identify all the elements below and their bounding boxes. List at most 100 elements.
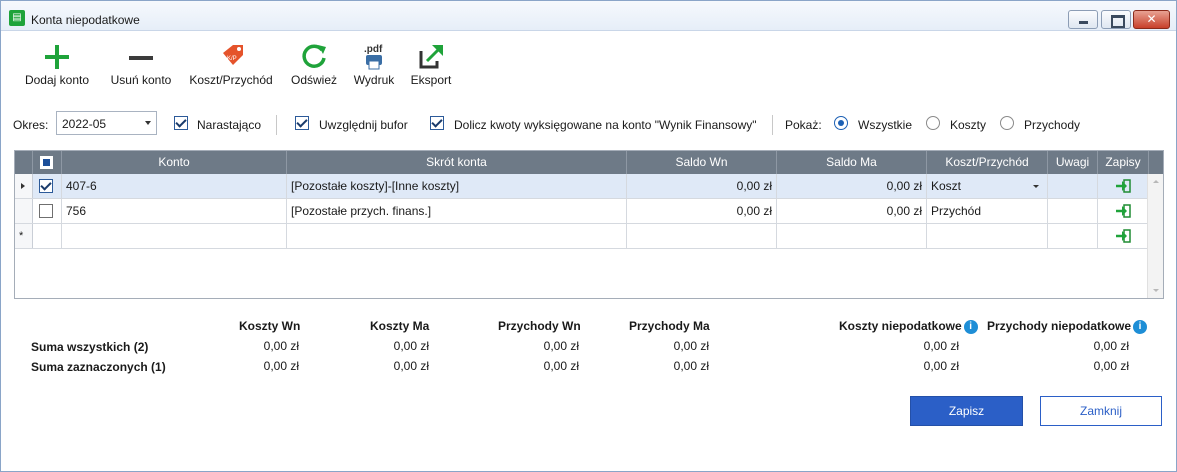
cell-saldo-ma[interactable]: 0,00 zł — [777, 174, 927, 198]
refresh-icon — [302, 44, 326, 68]
show-label: Pokaż: — [785, 118, 822, 132]
row-header[interactable]: * — [15, 224, 33, 248]
cell-konto[interactable]: 756 — [62, 199, 287, 223]
column-saldo-wn[interactable]: Saldo Wn — [627, 151, 777, 174]
row-select-cell — [33, 224, 62, 248]
sum-sel-przychody-niepod: 0,00 zł — [1093, 359, 1129, 373]
select-all-cell — [33, 151, 62, 174]
add-account-button[interactable]: Dodaj konto — [11, 41, 103, 91]
include-profit-label: Dolicz kwoty wyksięgowane na konto "Wyni… — [454, 118, 757, 132]
cell-typ[interactable] — [927, 224, 1048, 248]
cell-saldo-wn[interactable]: 0,00 zł — [627, 199, 777, 223]
current-row-icon — [21, 183, 25, 189]
cell-uwagi[interactable] — [1048, 199, 1098, 223]
close-button[interactable]: Zamknij — [1040, 396, 1162, 426]
ledger-icon: ▤ — [9, 10, 25, 26]
window-title: Konta niepodatkowe — [31, 13, 140, 27]
plus-icon — [45, 45, 69, 69]
include-profit-checkbox[interactable] — [430, 116, 444, 130]
cell-saldo-ma[interactable]: 0,00 zł — [777, 199, 927, 223]
new-row[interactable]: * — [15, 224, 1149, 249]
buffer-checkbox[interactable] — [295, 116, 309, 130]
sum-all-koszty-wn: 0,00 zł — [263, 339, 299, 353]
minimize-button[interactable] — [1068, 10, 1098, 29]
cell-skrot[interactable]: [Pozostałe przych. finans.] — [287, 199, 627, 223]
column-konto[interactable]: Konto — [62, 151, 287, 174]
column-skrot[interactable]: Skrót konta — [287, 151, 627, 174]
column-saldo-ma[interactable]: Saldo Ma — [777, 151, 927, 174]
show-income-radio[interactable] — [1000, 116, 1014, 130]
summary-header-koszty-niepod: Koszty niepodatkowe i — [839, 319, 978, 334]
summary-selected-label: Suma zaznaczonych (1) — [31, 360, 166, 374]
cell-uwagi[interactable] — [1048, 224, 1098, 248]
entries-icon[interactable] — [1115, 204, 1131, 218]
new-row-marker: * — [19, 230, 24, 242]
svg-text:.pdf: .pdf — [364, 44, 383, 55]
sum-all-przychody-wn: 0,00 zł — [543, 339, 579, 353]
close-window-button[interactable] — [1133, 10, 1170, 29]
column-zapisy[interactable]: Zapisy — [1098, 151, 1149, 174]
cell-skrot[interactable] — [287, 224, 627, 248]
column-koszt-przychod[interactable]: Koszt/Przychód — [927, 151, 1048, 174]
show-all-radio[interactable] — [834, 116, 848, 130]
grid-header: Konto Skrót konta Saldo Wn Saldo Ma Kosz… — [15, 151, 1163, 174]
entries-icon[interactable] — [1115, 179, 1131, 193]
sum-all-koszty-niepod: 0,00 zł — [923, 339, 959, 353]
select-all-checkbox[interactable] — [40, 156, 53, 169]
cell-uwagi[interactable] — [1048, 174, 1098, 198]
svg-text:K/P: K/P — [227, 56, 237, 62]
separator — [276, 115, 277, 135]
row-checkbox[interactable] — [39, 179, 53, 193]
cell-saldo-wn[interactable] — [627, 224, 777, 248]
dialog-window: ▤ Konta niepodatkowe Dodaj konto Usuń ko… — [0, 0, 1177, 472]
show-all-label: Wszystkie — [858, 118, 912, 132]
sum-sel-przychody-ma: 0,00 zł — [673, 359, 709, 373]
show-income-label: Przychody — [1024, 118, 1081, 132]
accounts-grid: Konto Skrót konta Saldo Wn Saldo Ma Kosz… — [14, 150, 1164, 299]
remove-account-button[interactable]: Usuń konto — [101, 41, 181, 91]
sum-all-przychody-ma: 0,00 zł — [673, 339, 709, 353]
cell-konto[interactable] — [62, 224, 287, 248]
scroll-down-icon[interactable] — [1153, 289, 1159, 292]
show-costs-radio[interactable] — [926, 116, 940, 130]
row-header[interactable] — [15, 199, 33, 223]
vertical-scrollbar[interactable] — [1147, 174, 1163, 298]
cell-typ: Koszt — [931, 179, 962, 193]
row-header[interactable] — [15, 174, 33, 198]
cell-typ-dropdown[interactable]: Koszt — [927, 174, 1048, 198]
refresh-button[interactable]: Odśwież — [289, 41, 339, 91]
maximize-button[interactable] — [1101, 10, 1131, 29]
info-icon[interactable]: i — [963, 319, 978, 334]
cell-zapisy[interactable] — [1098, 174, 1149, 198]
export-button[interactable]: Eksport — [407, 41, 455, 91]
cell-zapisy[interactable] — [1098, 224, 1149, 248]
scroll-up-icon[interactable] — [1153, 180, 1159, 183]
cell-zapisy[interactable] — [1098, 199, 1149, 223]
table-row[interactable]: 756 [Pozostałe przych. finans.] 0,00 zł … — [15, 199, 1149, 224]
table-row[interactable]: 407-6 [Pozostałe koszty]-[Inne koszty] 0… — [15, 174, 1149, 199]
title-bar[interactable]: ▤ Konta niepodatkowe — [1, 1, 1176, 31]
cell-saldo-wn[interactable]: 0,00 zł — [627, 174, 777, 198]
cumulative-label: Narastająco — [197, 118, 262, 132]
column-uwagi[interactable]: Uwagi — [1048, 151, 1098, 174]
sum-sel-koszty-niepod: 0,00 zł — [923, 359, 959, 373]
row-checkbox[interactable] — [39, 204, 53, 218]
cell-typ[interactable]: Przychód — [927, 199, 1048, 223]
cell-saldo-ma[interactable] — [777, 224, 927, 248]
print-button[interactable]: .pdf Wydruk — [351, 41, 397, 91]
info-icon[interactable]: i — [1133, 319, 1148, 334]
cell-skrot[interactable]: [Pozostałe koszty]-[Inne koszty] — [287, 174, 627, 198]
summary-header-koszty-wn: Koszty Wn — [239, 319, 301, 333]
summary-header-koszty-ma: Koszty Ma — [370, 319, 430, 333]
print-label: Wydruk — [353, 73, 395, 87]
period-dropdown[interactable]: 2022-05 — [56, 111, 157, 135]
minus-icon — [129, 56, 153, 60]
show-costs-label: Koszty — [950, 118, 987, 132]
entries-icon[interactable] — [1115, 229, 1131, 243]
cumulative-checkbox[interactable] — [174, 116, 188, 130]
buffer-label: Uwzględnij bufor — [319, 118, 408, 132]
cost-income-button[interactable]: K/P Koszt/Przychód — [186, 41, 276, 91]
cell-konto[interactable]: 407-6 — [62, 174, 287, 198]
save-button[interactable]: Zapisz — [910, 396, 1023, 426]
period-value: 2022-05 — [62, 117, 107, 131]
